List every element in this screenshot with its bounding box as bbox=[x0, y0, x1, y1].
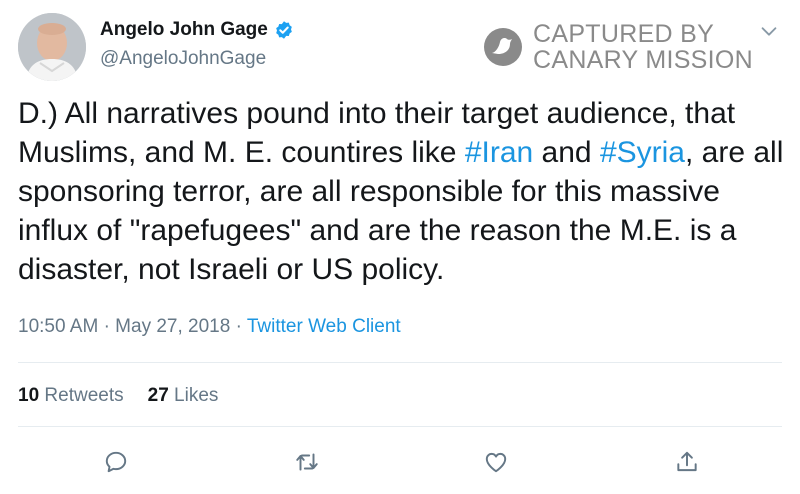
avatar-image bbox=[18, 13, 86, 81]
reply-icon bbox=[105, 451, 127, 473]
heart-icon bbox=[485, 452, 507, 473]
canary-logo-icon bbox=[484, 28, 522, 66]
likes-count: 27 bbox=[147, 385, 169, 406]
retweets-count: 10 bbox=[18, 385, 40, 406]
likes-stat[interactable]: 27 Likes bbox=[148, 385, 219, 407]
like-button[interactable] bbox=[480, 446, 512, 478]
divider bbox=[18, 362, 782, 363]
likes-label: Likes bbox=[174, 385, 219, 406]
reply-button[interactable] bbox=[100, 446, 132, 478]
author-display-name[interactable]: Angelo John Gage bbox=[100, 19, 268, 41]
tweet-actions bbox=[0, 446, 800, 480]
chevron-down-icon[interactable] bbox=[758, 20, 780, 42]
retweet-icon bbox=[296, 453, 318, 471]
tweet-time[interactable]: 10:50 AM bbox=[18, 316, 98, 337]
retweets-label: Retweets bbox=[44, 385, 124, 406]
share-icon bbox=[677, 451, 697, 472]
avatar[interactable] bbox=[18, 13, 86, 81]
tweet-stats: 10 Retweets 27 Likes bbox=[18, 385, 218, 407]
divider bbox=[18, 426, 782, 427]
watermark: CAPTURED BY CANARY MISSION bbox=[483, 21, 753, 73]
retweets-stat[interactable]: 10 Retweets bbox=[18, 385, 124, 407]
hashtag-link-iran[interactable]: #Iran bbox=[465, 136, 533, 169]
author-handle[interactable]: @AngeloJohnGage bbox=[100, 48, 266, 70]
tweet-text-segment: and bbox=[533, 136, 600, 169]
tweet-meta: 10:50 AM · May 27, 2018 · Twitter Web Cl… bbox=[18, 316, 401, 338]
share-button[interactable] bbox=[671, 446, 703, 478]
verified-badge-icon bbox=[276, 21, 292, 39]
author-name-row[interactable]: Angelo John Gage bbox=[100, 19, 294, 41]
hashtag-link-syria[interactable]: #Syria bbox=[600, 136, 685, 169]
tweet-text: D.) All narratives pound into their targ… bbox=[18, 94, 788, 289]
meta-separator: · bbox=[235, 316, 242, 337]
meta-separator: · bbox=[103, 316, 110, 337]
watermark-line-1: CAPTURED BY bbox=[533, 20, 715, 48]
tweet-client-link[interactable]: Twitter Web Client bbox=[247, 316, 401, 337]
retweet-button[interactable] bbox=[291, 446, 323, 478]
watermark-line-2: CANARY MISSION bbox=[533, 46, 753, 74]
tweet-date[interactable]: May 27, 2018 bbox=[115, 316, 230, 337]
